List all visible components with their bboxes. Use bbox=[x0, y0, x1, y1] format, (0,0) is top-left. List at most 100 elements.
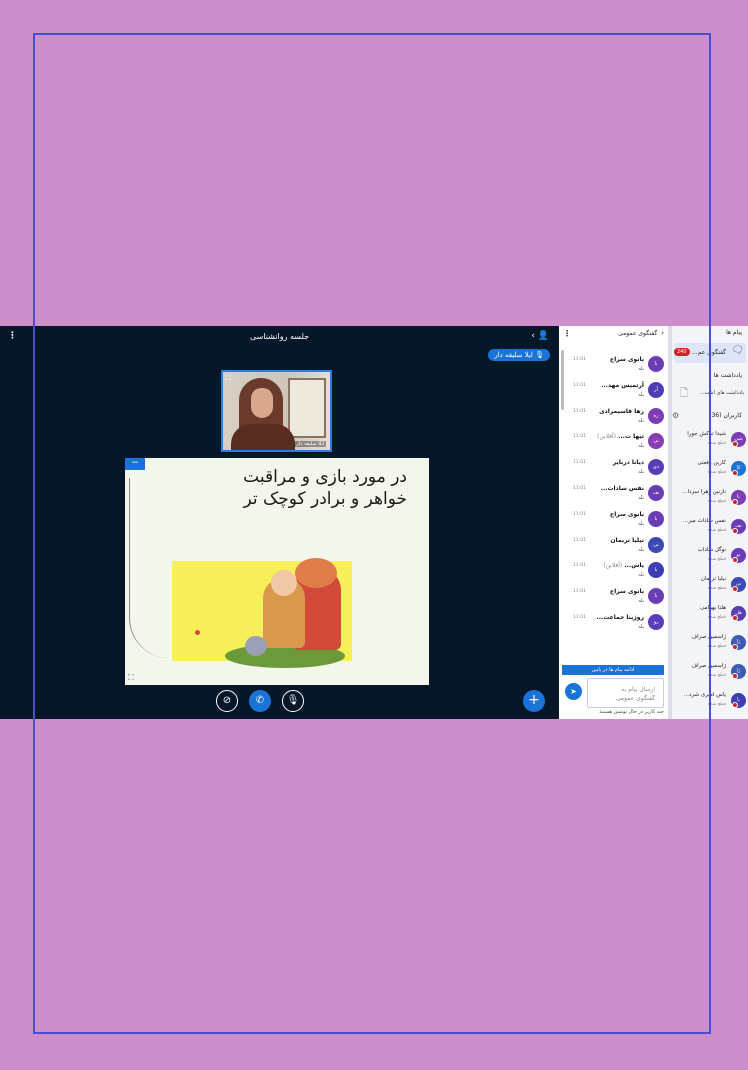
chat-message: رو روژینا جماعت... 11:01 بله bbox=[563, 608, 664, 634]
slide-drawing-curve bbox=[129, 478, 169, 658]
fullscreen-icon[interactable]: ⛶ bbox=[226, 374, 231, 383]
user-status: قطع شده bbox=[707, 615, 726, 620]
public-chat-item[interactable]: 🗨 گفتگوی عم... 240 bbox=[674, 343, 746, 363]
avatar: نا bbox=[731, 490, 746, 505]
chat-message: ره رها قاسیمرادی 11:01 بله bbox=[563, 402, 664, 428]
slide-illustration-girl-hair bbox=[295, 558, 337, 588]
action-bar: ⊘ ✆ 🎙 + bbox=[0, 690, 559, 714]
message-text: بله bbox=[638, 366, 644, 372]
message-text: بله bbox=[638, 546, 644, 553]
slide-title-line-2: خواهر و برادر کوچک تر bbox=[243, 489, 407, 509]
mute-microphone-button[interactable]: 🎙 bbox=[282, 690, 304, 712]
chat-input-placeholder-line-1: ارسال پیام به bbox=[621, 686, 655, 693]
message-sender: نیلیا تریمان bbox=[610, 537, 644, 544]
offline-label: (آفلاین) bbox=[603, 562, 623, 570]
message-text: بله bbox=[638, 623, 644, 630]
avatar: ژا bbox=[731, 635, 746, 650]
sender-name: آرتمیس مهد... bbox=[601, 381, 644, 389]
avatar[interactable]: تی bbox=[648, 433, 664, 450]
user-list-item[interactable]: ژا ژاسمین صراف قطع شده bbox=[672, 629, 748, 658]
user-list-item[interactable]: نا نازنین زهرا سردا... قطع شده bbox=[672, 484, 748, 513]
unread-count-badge: 240 bbox=[674, 348, 690, 356]
message-text: بله bbox=[638, 520, 644, 527]
chat-message: با بانوی سراج 11:01 بله bbox=[563, 582, 664, 608]
message-sender: رها قاسیمرادی bbox=[599, 408, 644, 415]
user-list-item[interactable]: شی شیدا ترکش جورا قطع شده bbox=[672, 426, 748, 455]
disconnected-status-icon bbox=[732, 586, 738, 592]
message-sender: آرتمیس مهد... bbox=[601, 382, 644, 389]
disconnected-status-icon bbox=[732, 644, 738, 650]
user-list-item[interactable]: نی نیلیا تریمان قطع شده bbox=[672, 571, 748, 600]
fit-to-screen-icon[interactable]: ⛶ bbox=[128, 673, 134, 683]
user-status: قطع شده bbox=[707, 673, 726, 678]
user-name: کاربن رفعتی bbox=[697, 460, 726, 466]
user-list-item[interactable]: ژا ژاسمین صراف قطع شده bbox=[672, 658, 748, 687]
gear-icon[interactable]: ⚙ bbox=[672, 411, 679, 420]
minimize-presentation-button[interactable]: − bbox=[125, 458, 145, 470]
user-list-item[interactable]: کا کاربن رفعتی قطع شده bbox=[672, 455, 748, 484]
disconnected-status-icon bbox=[732, 528, 738, 534]
avatar[interactable]: نی bbox=[648, 536, 664, 553]
user-name: نیلیا تریمان bbox=[700, 576, 726, 582]
message-sender: نفس سادات... bbox=[601, 485, 644, 492]
user-name: نازنین زهرا سردا... bbox=[682, 489, 726, 495]
message-text: بله bbox=[638, 391, 644, 398]
users-section-title: کاربران (36) bbox=[709, 412, 742, 419]
meeting-title: جلسه روانشناسی bbox=[249, 332, 310, 341]
presenter-name: ایلا سلیقه دار bbox=[494, 351, 533, 359]
chat-message: یا یاس... (آفلاین) 11:01 بله bbox=[563, 556, 664, 582]
avatar[interactable]: با bbox=[648, 588, 664, 605]
chat-message: نف نفس سادات... 11:01 بله bbox=[563, 479, 664, 505]
user-list-item[interactable]: هل هلنا بهرامی قطع شده bbox=[672, 600, 748, 629]
disconnected-status-icon bbox=[732, 470, 738, 476]
avatar[interactable]: رو bbox=[648, 613, 664, 630]
camera-off-button[interactable]: ⊘ bbox=[216, 690, 238, 712]
sender-name: یاس... bbox=[624, 562, 644, 570]
user-name: یاس امیری شرد... bbox=[683, 692, 726, 698]
avatar: نف bbox=[731, 519, 746, 534]
leave-audio-button[interactable]: ✆ bbox=[249, 690, 271, 712]
user-list-toggle-icon[interactable]: ‹ 👤 bbox=[531, 331, 549, 341]
avatar[interactable]: آر bbox=[648, 381, 664, 398]
user-list-item[interactable]: یا یاس امیری شرد... قطع شده bbox=[672, 687, 748, 716]
public-chat-label: گفتگوی عم... bbox=[691, 349, 726, 356]
chat-message: آر آرتمیس مهد... 11:01 بله bbox=[563, 376, 664, 402]
avatar[interactable]: دی bbox=[648, 459, 664, 476]
send-message-button[interactable]: ➤ bbox=[565, 683, 582, 700]
user-list-item[interactable]: نف نفس سادات میر... قطع شده bbox=[672, 513, 748, 542]
actions-plus-button[interactable]: + bbox=[523, 690, 545, 712]
disconnected-status-icon bbox=[732, 702, 738, 708]
message-time: 11:01 bbox=[573, 382, 586, 388]
chat-options-icon[interactable]: ⋮ bbox=[563, 329, 571, 338]
avatar: کا bbox=[731, 461, 746, 476]
user-status: قطع شده bbox=[707, 586, 726, 591]
shared-notes-item[interactable]: یادداشت های اشت... bbox=[700, 390, 744, 396]
sender-name: نفس سادات... bbox=[600, 484, 644, 492]
message-text: بله bbox=[638, 598, 644, 605]
talking-indicator[interactable]: 🎙 ایلا سلیقه دار bbox=[488, 349, 550, 361]
chat-message-input[interactable]: ارسال پیام به گفتگوی عمومی bbox=[587, 678, 664, 708]
user-status: قطع شده bbox=[707, 470, 726, 475]
avatar[interactable]: با bbox=[648, 356, 664, 372]
webcam-person-body bbox=[231, 424, 295, 450]
notes-section-title: یادداشت ها bbox=[713, 372, 742, 379]
sender-name: روژینا جماعت... bbox=[596, 613, 644, 621]
avatar: شی bbox=[731, 432, 746, 447]
offline-label: (آفلاین) bbox=[596, 433, 617, 441]
message-time: 11:01 bbox=[573, 589, 586, 595]
sender-name: بانوی سراج bbox=[609, 510, 644, 518]
user-status: قطع شده bbox=[707, 644, 726, 649]
chevron-back-icon[interactable]: ‹ bbox=[661, 329, 664, 337]
webcam-video[interactable]: ⛶ ایلا سلیقه دار bbox=[221, 370, 332, 452]
avatar[interactable]: یا bbox=[648, 562, 664, 579]
avatar[interactable]: نف bbox=[648, 484, 664, 501]
chat-bubble-icon: 🗨 bbox=[731, 345, 744, 356]
message-time: 11:01 bbox=[573, 434, 586, 440]
user-list-item[interactable]: نو نوگل شاداب قطع شده bbox=[672, 542, 748, 571]
message-text: بله bbox=[638, 469, 644, 476]
webcam-shelf bbox=[288, 378, 326, 438]
more-messages-button[interactable]: ادامه پیام ها در پایین bbox=[562, 665, 664, 675]
avatar[interactable]: با bbox=[648, 510, 664, 527]
avatar[interactable]: ره bbox=[648, 407, 664, 424]
webcam-person-face bbox=[251, 388, 273, 418]
